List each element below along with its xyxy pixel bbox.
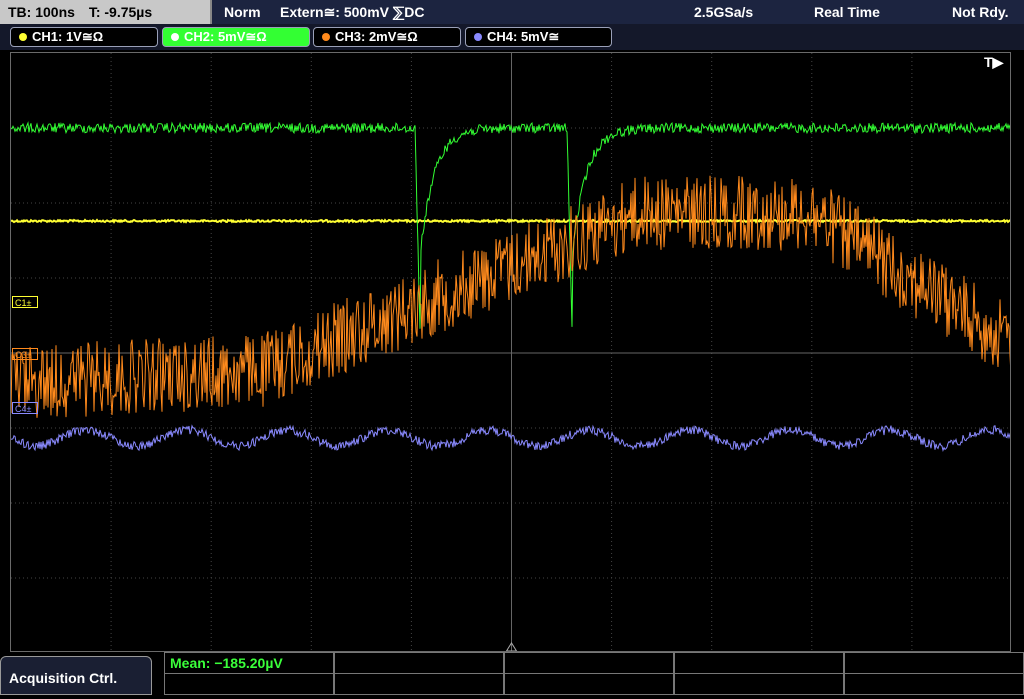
measurement-cell (844, 673, 1024, 695)
measurement-cell (674, 652, 844, 674)
measurement-cell (674, 673, 844, 695)
channel-4-button[interactable]: CH4: 5mV≅ (465, 27, 612, 47)
channel-1-offset-marker[interactable]: C1± (12, 296, 39, 308)
measurement-cell (844, 652, 1024, 674)
acquisition-mode: Real Time (814, 4, 880, 20)
channel-3-button[interactable]: CH3: 2mV≅Ω (313, 27, 461, 47)
trigger-position-marker[interactable]: T▶ (984, 54, 1003, 71)
acquisition-ctrl-tab[interactable]: Acquisition Ctrl. (0, 656, 152, 695)
channel-2-color-icon (171, 33, 179, 41)
graticule-grid (11, 53, 1010, 651)
measurement-cell (504, 673, 674, 695)
channel-2-label: CH2: 5mV≅Ω (184, 29, 267, 44)
channel-3-label: CH3: 2mV≅Ω (335, 29, 418, 44)
channel-2-button[interactable]: CH2: 5mV≅Ω (162, 27, 310, 47)
trigger-source[interactable]: Extern≅: 500mV ⅀DC (280, 0, 424, 24)
sample-rate: 2.5GSa/s (694, 4, 754, 20)
channel-4-offset-marker[interactable]: C4± (12, 402, 39, 414)
waveform-canvas (11, 53, 1010, 651)
mean-measurement: Mean: −185.20µV (170, 655, 283, 671)
trigger-time-value: T: -9.75µs (88, 4, 153, 20)
measurement-cell (334, 673, 504, 695)
channel-1-label: CH1: 1V≅Ω (32, 29, 104, 44)
acquisition-state: Not Rdy. (952, 4, 1009, 20)
timebase-box[interactable]: TB: 100ns T: -9.75µs (0, 0, 212, 24)
measurement-cell (334, 652, 504, 674)
trigger-mode[interactable]: Norm (224, 0, 261, 24)
channel-1-trace (11, 217, 1010, 224)
measurement-table (164, 652, 1024, 695)
channel-4-label: CH4: 5mV≅ (487, 29, 560, 44)
channel-4-color-icon (474, 33, 482, 41)
channel-3-offset-marker[interactable]: C3± (12, 348, 39, 360)
channel-1-button[interactable]: CH1: 1V≅Ω (10, 27, 158, 47)
channel-bar: CH1: 1V≅Ω CH2: 5mV≅Ω CH3: 2mV≅Ω CH4: 5mV… (0, 24, 1024, 50)
measurement-cell (504, 652, 674, 674)
measurement-cell (164, 673, 334, 695)
channel-1-color-icon (19, 33, 27, 41)
status-bar: TB: 100ns T: -9.75µs Norm Extern≅: 500mV… (0, 0, 1024, 24)
timebase-value: TB: 100ns (8, 4, 75, 20)
waveform-display[interactable] (10, 52, 1011, 652)
channel-3-color-icon (322, 33, 330, 41)
